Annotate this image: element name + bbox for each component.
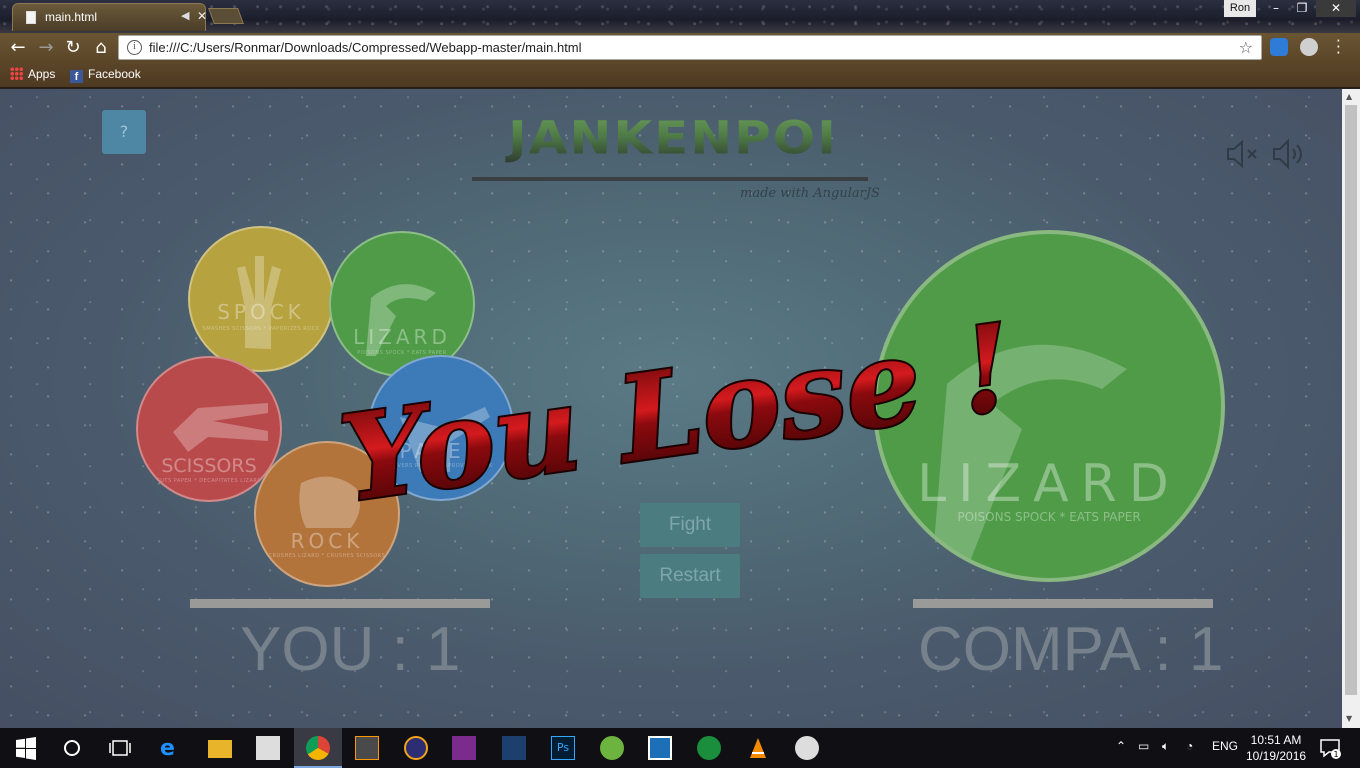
title-underline (472, 177, 868, 181)
close-icon[interactable]: ✕ (1316, 0, 1356, 17)
wifi-icon[interactable]: ◔ (1186, 739, 1193, 753)
tab-audio-icon[interactable]: ◀︎ (181, 9, 189, 22)
extension-chat-icon[interactable] (1270, 38, 1288, 56)
mute-icon[interactable] (1226, 139, 1260, 169)
scroll-thumb[interactable] (1345, 105, 1357, 695)
language-indicator[interactable]: ENG (1212, 739, 1238, 753)
player-health-bar (190, 599, 490, 608)
bookmark-apps-label: Apps (28, 67, 56, 81)
choice-spock-desc: SMASHES SCISSORS * VAPORIZES ROCK (202, 326, 320, 332)
store-icon[interactable] (256, 736, 280, 760)
tray-expand-icon[interactable]: ⌃ (1116, 739, 1126, 753)
profile-button[interactable]: Ron (1224, 0, 1256, 17)
bookmark-facebook[interactable]: f Facebook (70, 67, 141, 83)
chrome-icon[interactable] (306, 736, 330, 760)
sublime-text-icon[interactable] (355, 736, 379, 760)
back-icon[interactable]: ← (7, 37, 29, 58)
speaker-icon[interactable]: 🔈︎ (1162, 739, 1169, 754)
choice-spock-label: SPOCK (217, 300, 305, 324)
bookmark-apps[interactable]: Apps (10, 67, 55, 81)
facebook-icon: f (70, 70, 83, 83)
browser-tab[interactable]: main.html ◀︎ ✕ (12, 3, 207, 31)
help-button[interactable]: ? (102, 110, 146, 154)
document-icon (26, 11, 36, 24)
minimize-icon[interactable]: – (1262, 0, 1290, 17)
photoshop-icon[interactable]: Ps (551, 736, 575, 760)
clock-time: 10:51 AM (1250, 733, 1302, 747)
computer-score: COMPA : 1 (918, 615, 1224, 684)
notification-icon[interactable]: 1 (1318, 736, 1342, 760)
battery-icon[interactable]: ▭ (1138, 739, 1149, 753)
vlc-icon[interactable] (746, 736, 770, 760)
result-banner: You Lose ! (331, 295, 1023, 524)
bookmarks-bar: Apps f Facebook (0, 63, 1360, 88)
result-text: You Lose ! (333, 297, 1021, 524)
mysql-workbench-icon[interactable] (502, 736, 526, 760)
download-manager-icon[interactable] (697, 736, 721, 760)
tab-close-icon[interactable]: ✕ (197, 9, 207, 23)
edge-icon[interactable]: e (160, 736, 184, 761)
menu-icon[interactable]: · · · (1336, 34, 1341, 61)
virtualbox-icon[interactable] (648, 736, 672, 760)
url-text[interactable]: file:///C:/Users/Ronmar/Downloads/Compre… (149, 40, 582, 55)
extension-cloud-icon[interactable] (1300, 38, 1318, 56)
eclipse-icon[interactable] (404, 736, 428, 760)
bookmark-facebook-label: Facebook (88, 67, 141, 81)
task-view-icon[interactable] (108, 736, 132, 760)
scroll-up-icon[interactable]: ▲ (1346, 92, 1352, 101)
volume-icon[interactable] (1272, 137, 1306, 171)
computer-health-bar (913, 599, 1213, 608)
onenote-icon[interactable] (452, 736, 476, 760)
search-icon[interactable] (60, 736, 84, 760)
forward-icon[interactable]: → (35, 37, 57, 58)
choice-rock-desc: CRUSHES LIZARD * CRUSHES SCISSORS (268, 553, 386, 559)
bookmark-star-icon[interactable]: ☆ (1239, 38, 1253, 57)
new-tab-button[interactable] (208, 8, 244, 24)
tab-title: main.html (45, 10, 98, 24)
game-title: JANKENPOI (478, 112, 868, 164)
reload-icon[interactable]: ↻ (62, 37, 84, 58)
windows-start-icon[interactable] (14, 736, 38, 760)
game-page: ? JANKENPOI made with AngularJS SPOCK SM… (0, 89, 1342, 728)
notification-count: 1 (1333, 750, 1338, 759)
restart-button[interactable]: Restart (640, 554, 740, 598)
browser-toolbar: ← → ↻ ⌂ i file:///C:/Users/Ronmar/Downlo… (0, 33, 1360, 63)
clock-date: 10/19/2016 (1246, 749, 1307, 763)
game-subtitle: made with AngularJS (740, 186, 880, 201)
taskbar: e Ps ⌃ ▭ 🔈︎ ◔ ENG 10:51 AM 10/19/2016 1 (0, 728, 1360, 768)
browser-titlebar: main.html ◀︎ ✕ Ron – ❐ ✕ (0, 0, 1360, 33)
scrollbar[interactable]: ▲ ▼ (1342, 89, 1360, 728)
info-icon[interactable]: i (127, 40, 142, 55)
paint-icon[interactable] (795, 736, 819, 760)
address-bar[interactable]: i file:///C:/Users/Ronmar/Downloads/Comp… (118, 35, 1262, 60)
home-icon[interactable]: ⌂ (90, 37, 112, 58)
apps-grid-icon (10, 67, 23, 80)
scroll-down-icon[interactable]: ▼ (1346, 714, 1352, 723)
file-explorer-icon[interactable] (208, 740, 232, 758)
choice-rock-label: ROCK (290, 529, 364, 553)
system-clock[interactable]: 10:51 AM 10/19/2016 (1246, 732, 1306, 764)
game-app-icon[interactable] (600, 736, 624, 760)
player-score: YOU : 1 (240, 615, 461, 684)
choice-spock[interactable]: SPOCK SMASHES SCISSORS * VAPORIZES ROCK (188, 226, 334, 372)
maximize-icon[interactable]: ❐ (1288, 0, 1316, 17)
